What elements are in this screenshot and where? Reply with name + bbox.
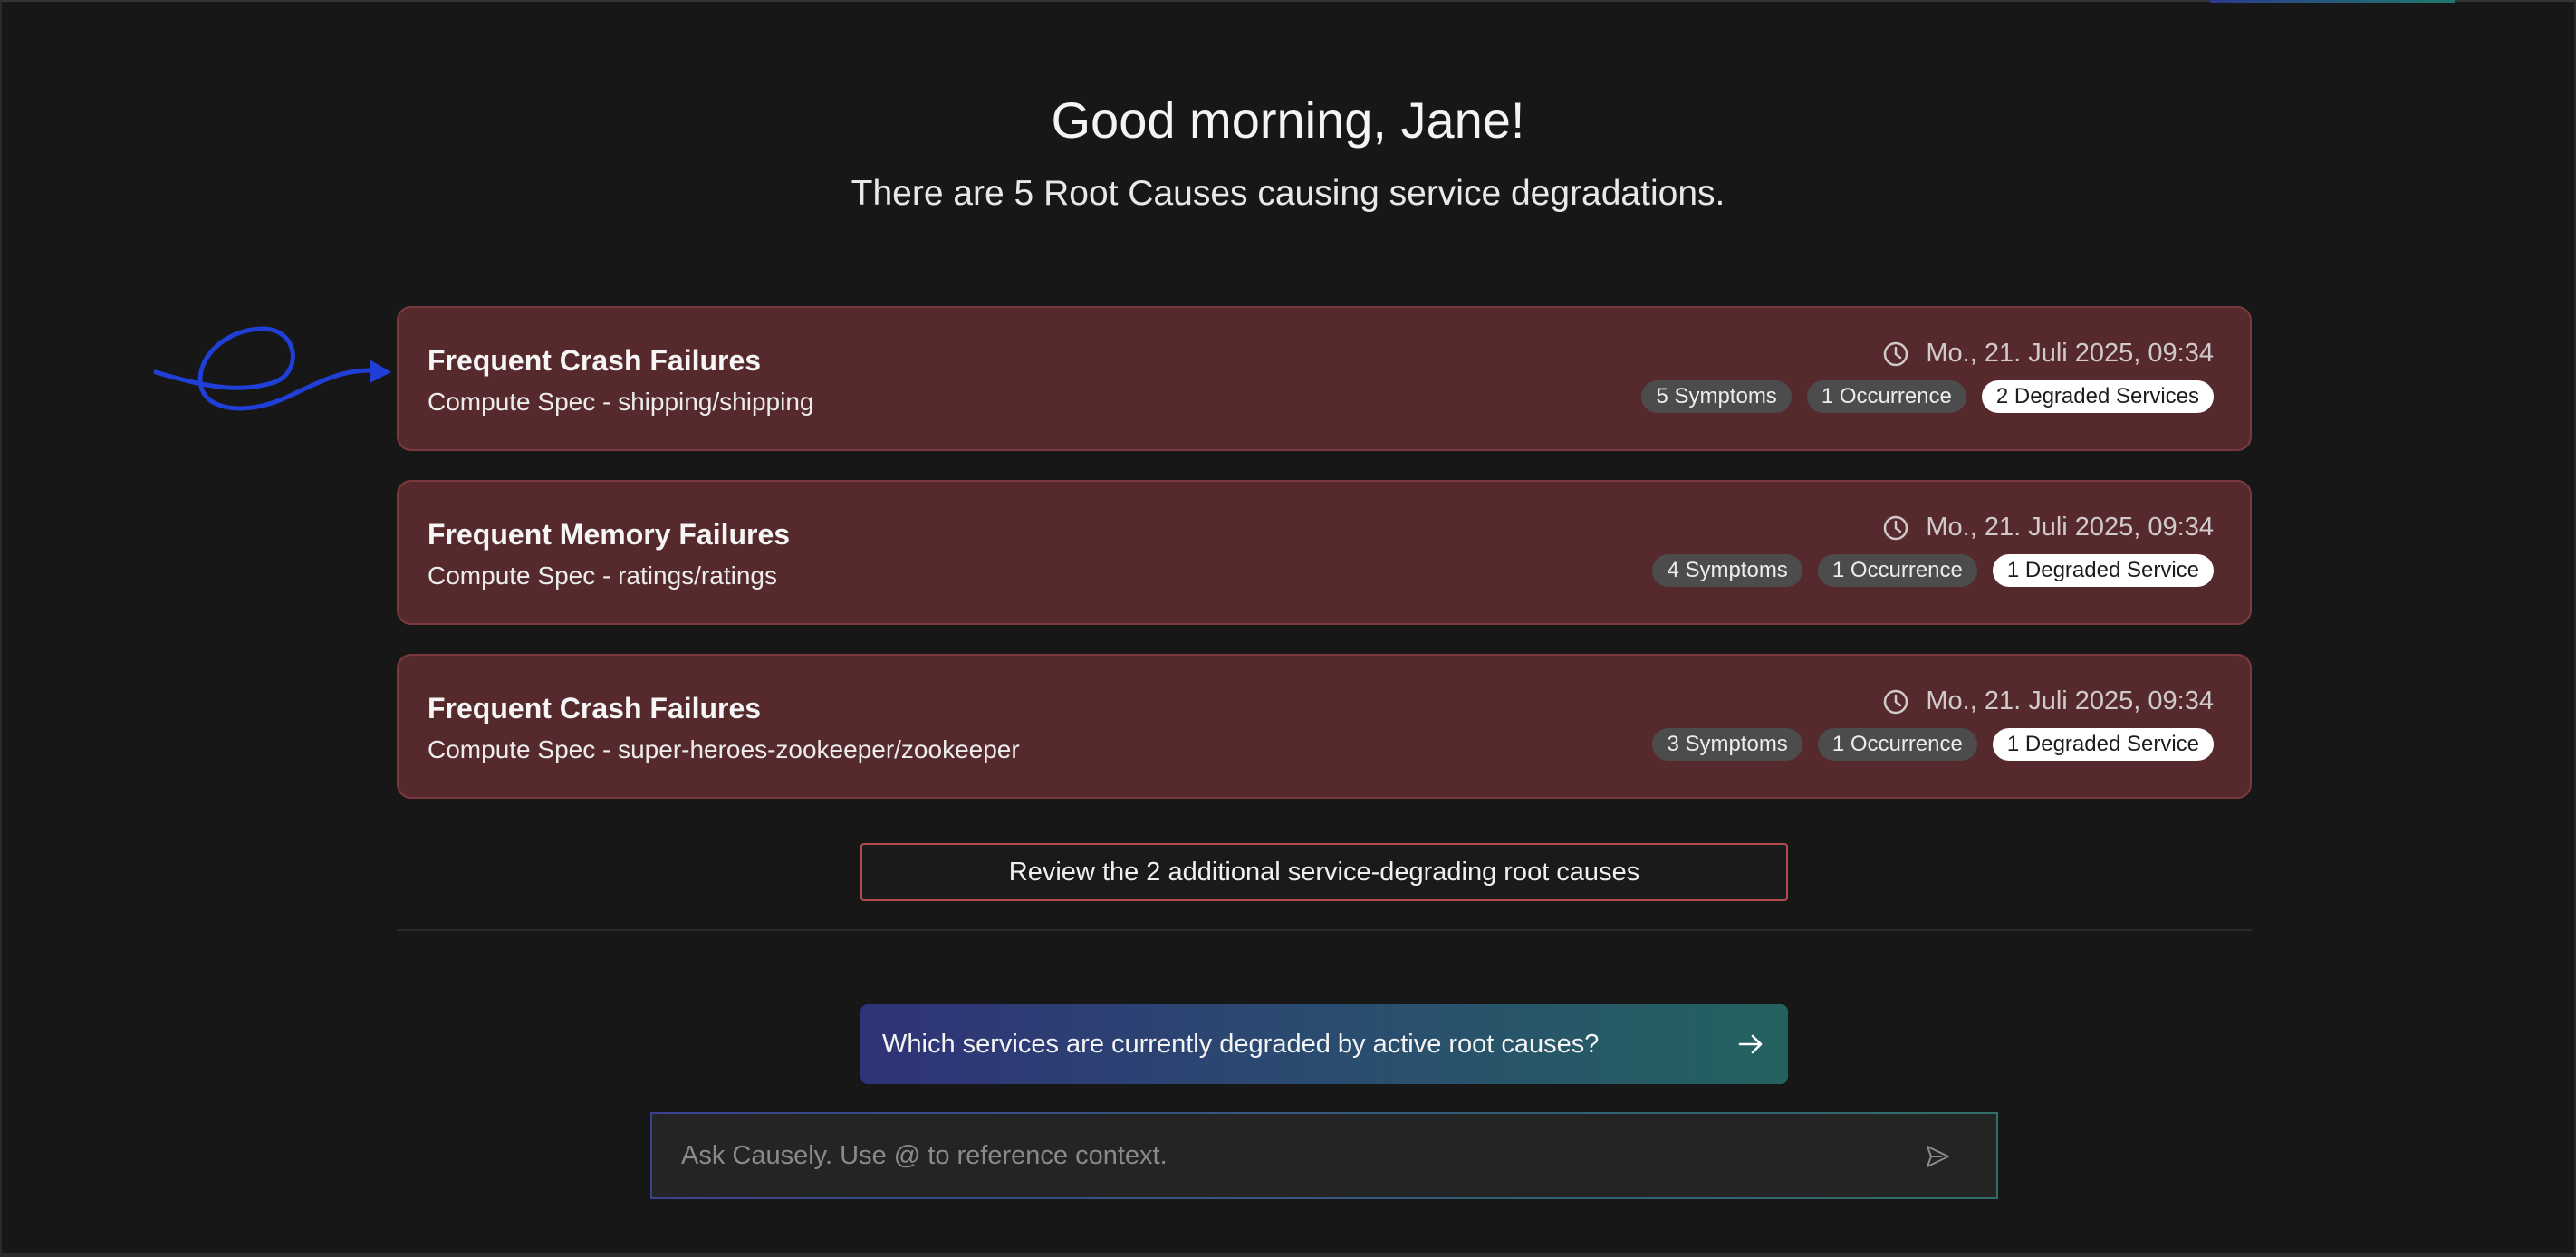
bottom-edge: [0, 1253, 2576, 1255]
occurrence-badge[interactable]: 1 Occurrence: [1817, 728, 1977, 761]
root-cause-time: Mo., 21. Juli 2025, 09:34: [1882, 513, 2214, 542]
badge-group: 5 Symptoms 1 Occurrence 2 Degraded Servi…: [1641, 380, 2214, 413]
symptoms-badge[interactable]: 3 Symptoms: [1652, 728, 1802, 761]
review-additional-root-causes-button[interactable]: Review the 2 additional service-degradin…: [860, 843, 1788, 901]
root-cause-spec: Compute Spec - ratings/ratings: [428, 561, 777, 590]
badge-group: 3 Symptoms 1 Occurrence 1 Degraded Servi…: [1652, 728, 2214, 761]
send-icon[interactable]: [1924, 1143, 1951, 1170]
root-cause-time: Mo., 21. Juli 2025, 09:34: [1882, 339, 2214, 369]
clock-icon: [1884, 515, 1908, 540]
ask-box: [650, 1112, 1998, 1199]
page-greeting: Good morning, Jane!: [1051, 91, 1525, 149]
degraded-services-badge[interactable]: 1 Degraded Service: [1992, 728, 2214, 761]
top-progress-accent: [2210, 0, 2455, 3]
clock-icon: [1884, 341, 1908, 366]
timestamp: Mo., 21. Juli 2025, 09:34: [1926, 686, 2214, 715]
degraded-services-badge[interactable]: 1 Degraded Service: [1992, 554, 2214, 587]
timestamp: Mo., 21. Juli 2025, 09:34: [1926, 339, 2214, 368]
timestamp: Mo., 21. Juli 2025, 09:34: [1926, 513, 2214, 542]
section-divider: [397, 929, 2252, 931]
clock-icon: [1884, 689, 1908, 714]
suggested-question-label: Which services are currently degraded by…: [882, 1029, 1600, 1059]
badge-group: 4 Symptoms 1 Occurrence 1 Degraded Servi…: [1652, 554, 2214, 587]
occurrence-badge[interactable]: 1 Occurrence: [1806, 380, 1966, 413]
root-cause-title: Frequent Crash Failures: [428, 344, 762, 377]
root-cause-card[interactable]: Frequent Crash Failures Compute Spec - s…: [397, 306, 2252, 451]
symptoms-badge[interactable]: 5 Symptoms: [1641, 380, 1792, 413]
ask-input[interactable]: [681, 1114, 1904, 1197]
degraded-services-badge[interactable]: 2 Degraded Services: [1981, 380, 2214, 413]
arrow-right-icon: [1738, 1034, 1763, 1054]
occurrence-badge[interactable]: 1 Occurrence: [1817, 554, 1977, 587]
page-subtitle: There are 5 Root Causes causing service …: [851, 174, 1725, 213]
root-cause-card[interactable]: Frequent Memory Failures Compute Spec - …: [397, 480, 2252, 625]
root-cause-time: Mo., 21. Juli 2025, 09:34: [1882, 686, 2214, 716]
root-cause-title: Frequent Memory Failures: [428, 518, 791, 551]
symptoms-badge[interactable]: 4 Symptoms: [1652, 554, 1802, 587]
root-cause-spec: Compute Spec - shipping/shipping: [428, 388, 814, 416]
root-cause-spec: Compute Spec - super-heroes-zookeeper/zo…: [428, 735, 1020, 763]
root-cause-title: Frequent Crash Failures: [428, 692, 762, 724]
suggested-question-button[interactable]: Which services are currently degraded by…: [860, 1004, 1788, 1084]
annotation-arrow: [153, 326, 391, 411]
root-cause-card[interactable]: Frequent Crash Failures Compute Spec - s…: [397, 654, 2252, 799]
